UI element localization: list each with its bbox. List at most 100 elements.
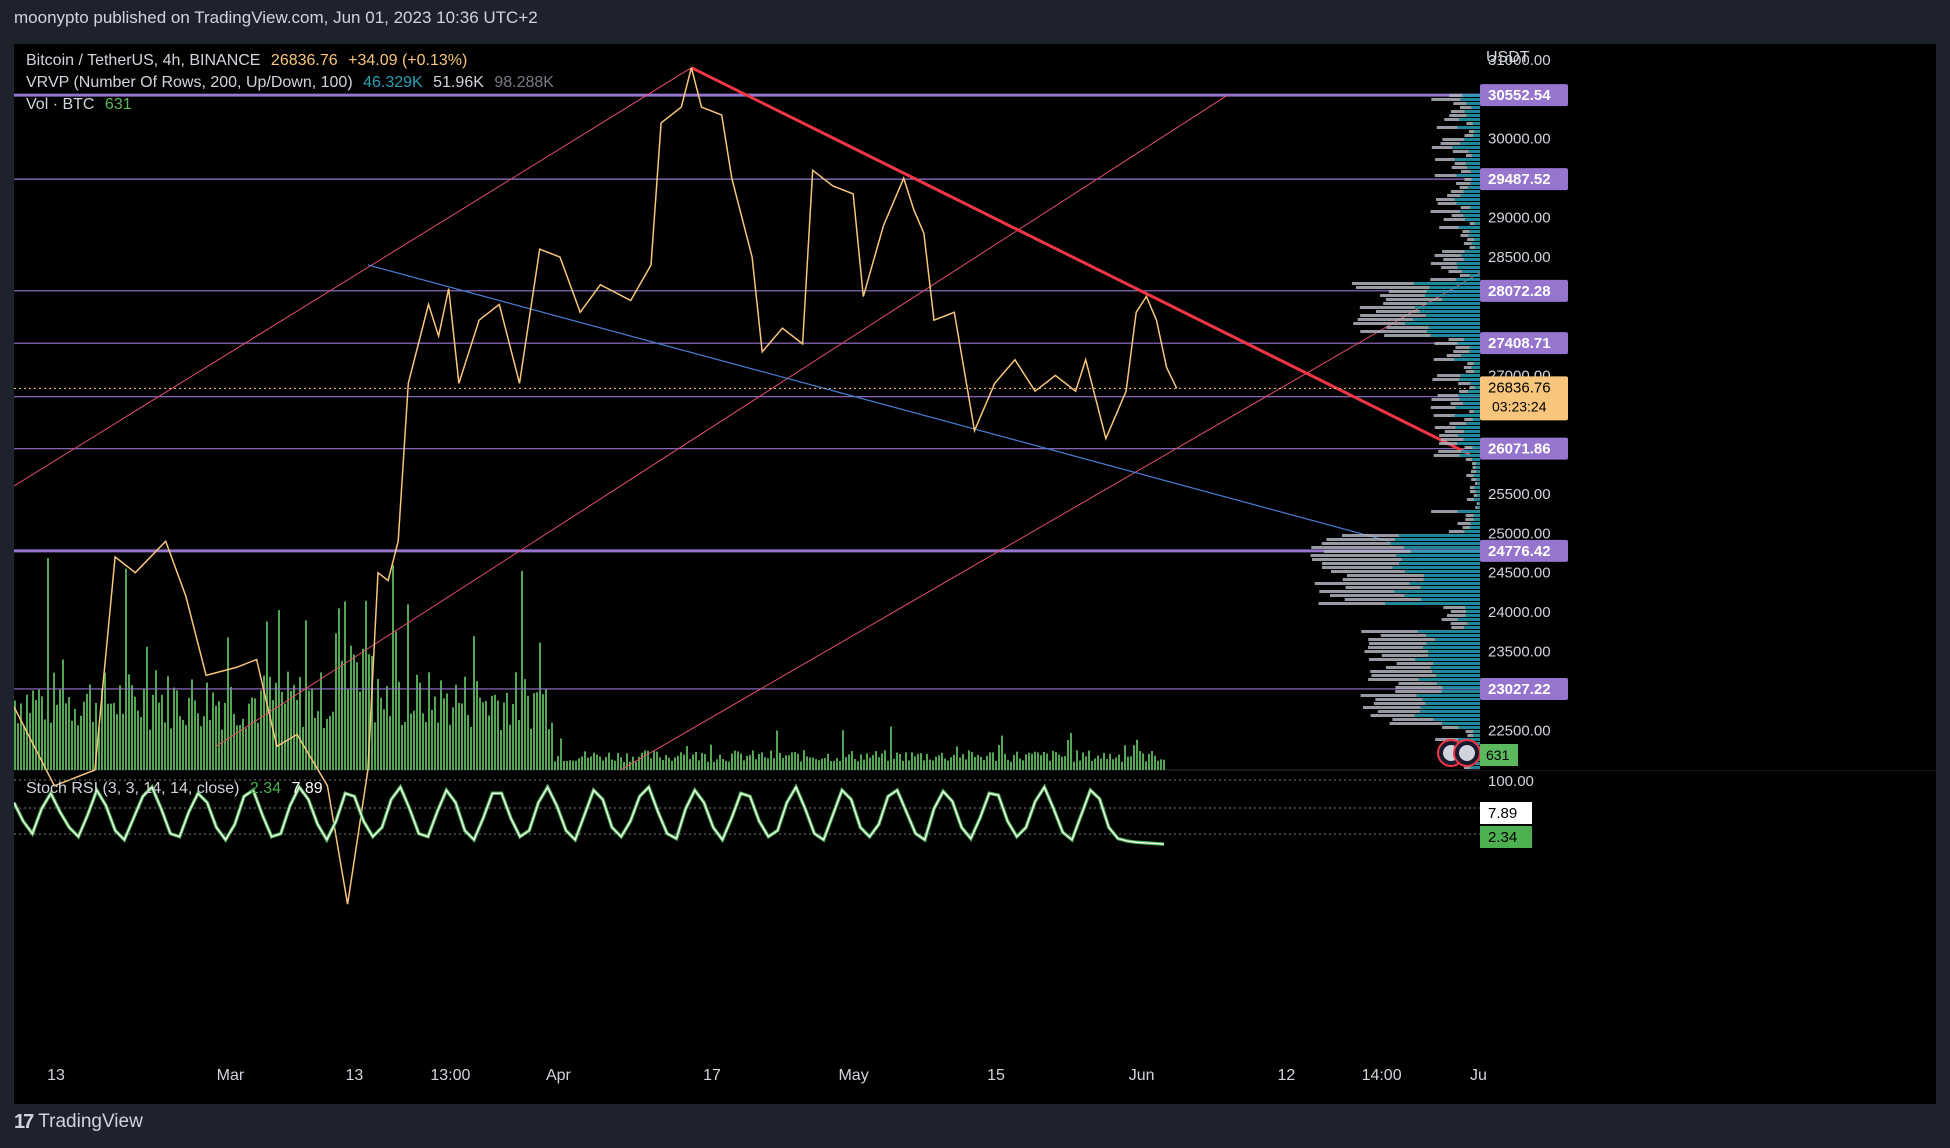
vrvp-down-bar	[1430, 278, 1456, 281]
vrvp-down-bar	[1436, 126, 1458, 129]
vrvp-down-bar	[1443, 606, 1466, 609]
vrvp-up-bar	[1433, 718, 1480, 721]
vrvp-down-bar	[1456, 182, 1471, 185]
vrvp-up-bar	[1471, 154, 1480, 157]
vrvp-down-bar	[1443, 258, 1464, 261]
vrvp-down-bar	[1472, 466, 1476, 469]
volume-bar	[860, 754, 862, 770]
volume-bar	[245, 728, 247, 770]
chart-canvas[interactable]: USDT31000.0030000.0029000.0028500.002700…	[14, 44, 1936, 1104]
stoch-d-value: 7.89	[291, 780, 323, 797]
vrvp-down-bar	[1448, 530, 1465, 533]
vrvp-up-bar	[1454, 414, 1480, 417]
volume-bar	[1028, 752, 1030, 770]
vrvp-up-bar	[1420, 598, 1480, 601]
volume-bar	[50, 722, 52, 770]
volume-bar	[149, 729, 151, 770]
vrvp-down-bar	[1476, 502, 1479, 505]
volume-bar	[611, 759, 613, 770]
vrvp-down-bar	[1434, 254, 1462, 257]
vrvp-down-bar	[1466, 474, 1474, 477]
volume-bar	[1082, 752, 1084, 770]
vrvp-down-bar	[1368, 646, 1423, 649]
vrvp-down-bar	[1360, 330, 1427, 333]
vrvp-down-bar	[1469, 410, 1474, 413]
price-axis-tick: 30000.00	[1488, 131, 1551, 148]
vrvp-up-bar	[1457, 342, 1480, 345]
vrvp-up-bar	[1468, 186, 1480, 189]
volume-bar	[926, 753, 928, 770]
volume-bar	[902, 760, 904, 770]
footer-brand: TradingView	[38, 1111, 143, 1132]
volume-bar	[821, 758, 823, 770]
volume-bar	[941, 752, 943, 770]
vrvp-up-bar	[1474, 486, 1480, 489]
vrvp-up-bar	[1463, 338, 1480, 341]
vrvp-down-bar	[1314, 582, 1410, 585]
vrvp-down-bar	[1385, 666, 1431, 669]
vrvp-down-bar	[1368, 658, 1416, 661]
volume-bar	[935, 756, 937, 770]
volume-bar	[677, 755, 679, 770]
vrvp-up-bar	[1465, 606, 1480, 609]
vrvp-down-bar	[1459, 186, 1469, 189]
volume-bar	[872, 755, 874, 770]
vrvp-label: VRVP (Number Of Rows, 200, Up/Down, 100)	[26, 74, 353, 91]
vrvp-up-bar	[1455, 406, 1480, 409]
volume-bar	[965, 759, 967, 770]
price-axis-tick: 24500.00	[1488, 565, 1551, 582]
volume-histogram	[14, 558, 1165, 770]
volume-bar	[248, 703, 250, 770]
time-axis-tick: 14:00	[1362, 1067, 1402, 1084]
volume-bar	[746, 755, 748, 770]
vrvp-up-bar	[1470, 526, 1480, 529]
vrvp-down-bar	[1360, 314, 1426, 317]
volume-bar	[848, 754, 850, 770]
tradingview-logo-icon: 17	[14, 1110, 34, 1133]
time-axis-tick: 17	[703, 1067, 721, 1084]
volume-bar	[857, 761, 859, 770]
volume-bar	[395, 631, 397, 770]
volume-bar	[1001, 735, 1003, 770]
volume-bar	[425, 722, 427, 770]
volume-bar	[164, 722, 166, 770]
volume-bar	[473, 636, 475, 770]
vrvp-up-bar	[1471, 178, 1480, 181]
volume-bar	[509, 724, 511, 770]
vrvp-down-bar	[1437, 374, 1461, 377]
volume-bar	[221, 729, 223, 770]
volume-bar	[1139, 751, 1141, 770]
vrvp-up-bar	[1457, 618, 1480, 621]
vrvp-down-bar	[1364, 650, 1429, 653]
volume-bar	[1085, 756, 1087, 770]
vrvp-up-bar	[1426, 634, 1480, 637]
stoch-legend: Stoch RSI (3, 3, 14, 14, close) 2.34 7.8…	[26, 780, 329, 798]
vrvp-up-bar	[1458, 226, 1480, 229]
vrvp-down-bar	[1450, 402, 1463, 405]
vrvp-down-bar	[1362, 706, 1421, 709]
volume-bar	[689, 759, 691, 770]
volume-bar	[911, 752, 913, 770]
volume-bar	[953, 754, 955, 770]
vrvp-up-bar	[1456, 262, 1480, 265]
vrvp-down-bar	[1380, 294, 1425, 297]
volume-bar	[1100, 758, 1102, 770]
current-price-label: 26836.76	[1488, 379, 1551, 396]
volume-bar	[224, 702, 226, 770]
vrvp-down-bar	[1467, 734, 1474, 737]
vrvp-down-bar	[1449, 422, 1467, 425]
volume-bar	[170, 728, 172, 770]
volume-bar	[518, 719, 520, 770]
volume-bar	[350, 645, 352, 770]
volume-bar	[710, 744, 712, 770]
price-axis-tick: 22500.00	[1488, 723, 1551, 740]
volume-bar	[560, 738, 562, 770]
vrvp-up-bar	[1415, 658, 1480, 661]
volume-bar	[515, 672, 517, 770]
vrvp-down-bar	[1465, 154, 1472, 157]
chart-area[interactable]: USDT 31000.00 30000.00 29000.00 28500.00 2700…	[14, 44, 1936, 1104]
price-axis-tick: 31000.00	[1488, 52, 1551, 69]
vrvp-up-bar	[1401, 558, 1480, 561]
vrvp-up-bar	[1426, 330, 1480, 333]
volume-bar	[962, 754, 964, 770]
